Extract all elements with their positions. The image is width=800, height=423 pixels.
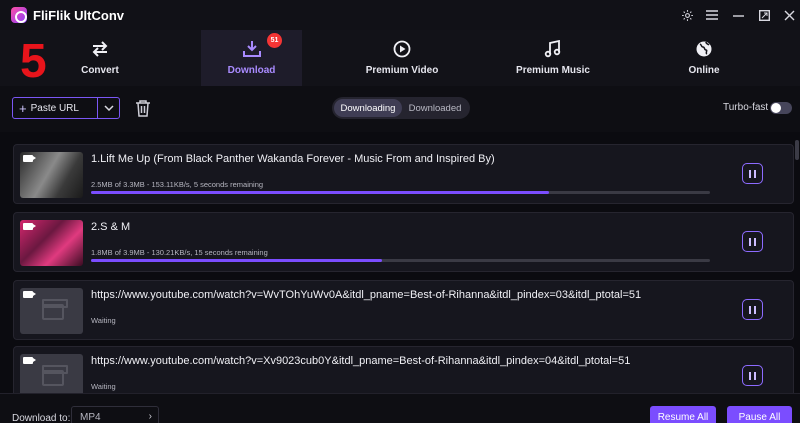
nav-item-online[interactable]: Online bbox=[654, 30, 754, 86]
video-thumbnail bbox=[20, 288, 83, 334]
format-select[interactable]: MP4 › bbox=[71, 406, 159, 423]
turbo-fast-label: Turbo-fast bbox=[723, 102, 769, 113]
nav-label: Premium Video bbox=[365, 65, 439, 76]
download-status: 2.5MB of 3.3MB - 153.11KB/s, 5 seconds r… bbox=[91, 180, 264, 189]
pause-button[interactable] bbox=[742, 163, 763, 184]
video-thumbnail bbox=[20, 152, 83, 198]
progress-bar bbox=[91, 259, 710, 262]
app-logo-icon bbox=[11, 7, 27, 23]
paste-url-button[interactable]: + Paste URL bbox=[12, 97, 120, 119]
nav-label: Download bbox=[227, 65, 276, 76]
progress-fill bbox=[91, 259, 382, 262]
tab-downloaded[interactable]: Downloaded bbox=[402, 99, 468, 117]
nav-item-premium-music[interactable]: Premium Music bbox=[503, 30, 603, 86]
download-to-label: Download to: bbox=[12, 413, 71, 423]
tab-downloading[interactable]: Downloading bbox=[334, 99, 402, 117]
settings-gear-icon[interactable] bbox=[678, 6, 696, 24]
music-note-icon bbox=[543, 39, 563, 59]
clapperboard-icon bbox=[42, 365, 68, 386]
nav-item-download[interactable]: Download bbox=[201, 30, 302, 86]
video-thumbnail bbox=[20, 220, 83, 266]
pause-all-button[interactable]: Pause All bbox=[727, 406, 792, 423]
video-tag-icon bbox=[23, 357, 36, 364]
plus-icon: + bbox=[19, 100, 27, 116]
pause-button[interactable] bbox=[742, 231, 763, 252]
resume-all-button[interactable]: Resume All bbox=[650, 406, 716, 423]
video-tag-icon bbox=[23, 223, 36, 230]
nav-label: Online bbox=[688, 65, 720, 76]
progress-bar bbox=[91, 191, 710, 194]
close-icon[interactable] bbox=[780, 6, 798, 24]
nav-label: Premium Music bbox=[516, 65, 590, 76]
progress-fill bbox=[91, 191, 550, 194]
globe-icon bbox=[694, 39, 714, 59]
format-value: MP4 bbox=[80, 411, 101, 423]
download-status: Waiting bbox=[91, 316, 116, 325]
scrollbar[interactable] bbox=[795, 140, 799, 160]
video-tag-icon bbox=[23, 291, 36, 298]
download-status: 1.8MB of 3.9MB - 130.21KB/s, 15 seconds … bbox=[91, 248, 268, 257]
maximize-icon[interactable] bbox=[755, 6, 773, 24]
download-list: 1.Lift Me Up (From Black Panther Wakanda… bbox=[0, 132, 800, 393]
paste-url-dropdown[interactable] bbox=[97, 98, 119, 118]
menu-icon[interactable] bbox=[703, 6, 721, 24]
download-row: 2.S & M 1.8MB of 3.9MB - 130.21KB/s, 15 … bbox=[13, 212, 794, 272]
download-title: 1.Lift Me Up (From Black Panther Wakanda… bbox=[91, 153, 495, 165]
video-tag-icon bbox=[23, 155, 36, 162]
step-number: 5 bbox=[20, 35, 47, 88]
paste-url-label: Paste URL bbox=[30, 102, 79, 114]
download-tray-icon bbox=[242, 39, 262, 59]
convert-arrows-icon bbox=[90, 39, 110, 59]
download-status: Waiting bbox=[91, 382, 116, 391]
chevron-down-icon bbox=[104, 105, 114, 111]
app-title: FliFlik UltConv bbox=[33, 8, 124, 23]
download-title: https://www.youtube.com/watch?v=Xv9023cu… bbox=[91, 355, 631, 367]
minimize-icon[interactable] bbox=[729, 6, 747, 24]
title-bar: FliFlik UltConv bbox=[0, 0, 800, 30]
nav-item-premium-video[interactable]: Premium Video bbox=[352, 30, 452, 86]
trash-icon[interactable] bbox=[135, 99, 151, 117]
download-row: 1.Lift Me Up (From Black Panther Wakanda… bbox=[13, 144, 794, 204]
main-nav: Convert Download 51 Premium Video Premiu… bbox=[0, 30, 800, 86]
download-title: https://www.youtube.com/watch?v=WvTOhYuW… bbox=[91, 289, 642, 301]
download-title: 2.S & M bbox=[91, 221, 131, 233]
download-status-tabs: Downloading Downloaded bbox=[332, 97, 470, 119]
clapperboard-icon bbox=[42, 299, 68, 320]
turbo-fast-toggle[interactable] bbox=[770, 102, 792, 114]
nav-label: Convert bbox=[81, 65, 119, 76]
download-row: https://www.youtube.com/watch?v=Xv9023cu… bbox=[13, 346, 794, 393]
pause-button[interactable] bbox=[742, 365, 763, 386]
play-circle-icon bbox=[392, 39, 412, 59]
video-thumbnail bbox=[20, 354, 83, 393]
pause-button[interactable] bbox=[742, 299, 763, 320]
chevron-right-icon: › bbox=[148, 411, 152, 422]
nav-item-convert[interactable]: Convert bbox=[40, 30, 160, 86]
paste-url-main[interactable]: + Paste URL bbox=[13, 98, 97, 118]
download-row: https://www.youtube.com/watch?v=WvTOhYuW… bbox=[13, 280, 794, 340]
download-count-badge: 51 bbox=[267, 33, 282, 48]
